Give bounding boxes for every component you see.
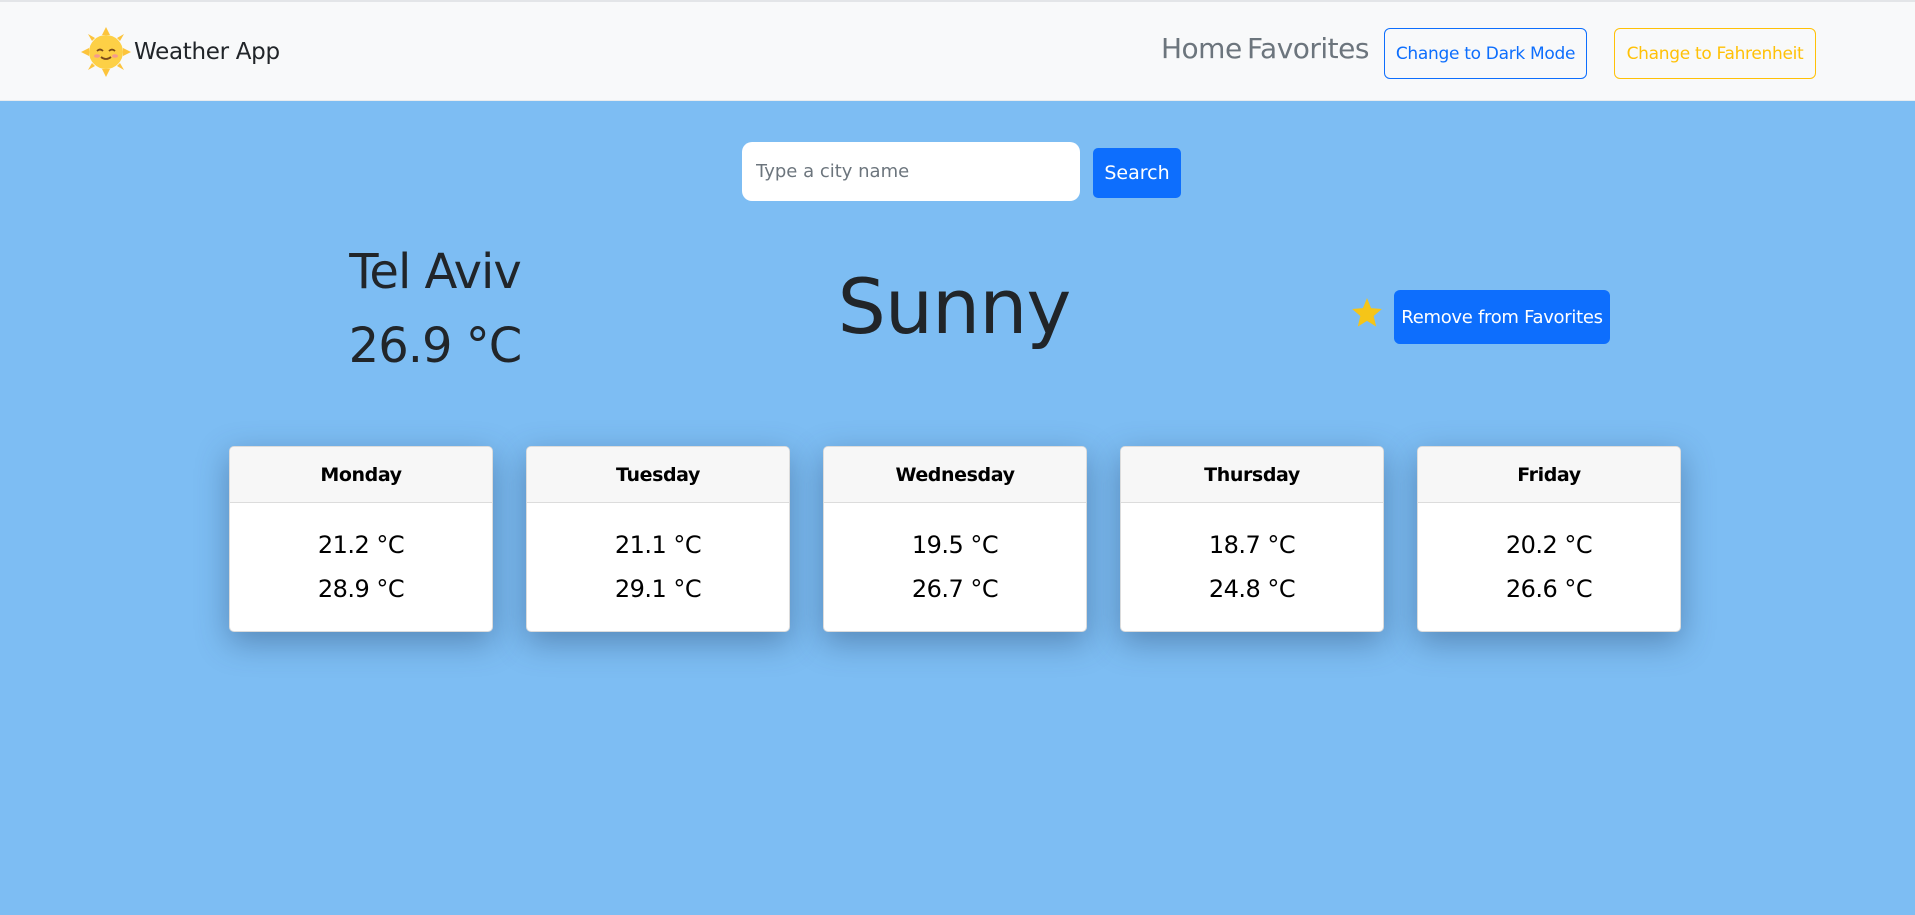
current-temperature: 26.9 °C [348,318,523,374]
forecast-card: Friday 20.2 °C 26.6 °C [1417,446,1681,632]
forecast-card: Wednesday 19.5 °C 26.7 °C [823,446,1087,632]
city-name: Tel Aviv [349,244,521,300]
forecast-min-temp: 20.2 °C [1505,531,1593,559]
brand-name: Weather App [134,39,280,65]
city-search-input[interactable] [742,142,1080,201]
search-button[interactable]: Search [1093,148,1181,198]
forecast-card: Thursday 18.7 °C 24.8 °C [1120,446,1384,632]
forecast-max-temp: 28.9 °C [317,575,405,603]
forecast-body: 19.5 °C 26.7 °C [824,503,1086,611]
fahrenheit-toggle-button[interactable]: Change to Fahrenheit [1614,28,1816,79]
forecast-max-temp: 26.6 °C [1505,575,1593,603]
forecast-max-temp: 24.8 °C [1208,575,1296,603]
forecast-day: Wednesday [824,447,1086,503]
brand[interactable]: Weather App [80,26,280,78]
forecast-body: 21.2 °C 28.9 °C [230,503,492,611]
forecast-min-temp: 19.5 °C [911,531,999,559]
nav-link-home[interactable]: Home [1161,32,1242,65]
dark-mode-toggle-button[interactable]: Change to Dark Mode [1384,28,1587,79]
top-navbar: Weather App Home Favorites Change to Dar… [0,0,1915,101]
weather-condition: Sunny [837,262,1072,351]
star-icon[interactable] [1350,296,1384,330]
forecast-card: Tuesday 21.1 °C 29.1 °C [526,446,790,632]
sun-icon [81,27,131,77]
forecast-day: Tuesday [527,447,789,503]
forecast-body: 20.2 °C 26.6 °C [1418,503,1680,611]
forecast-day: Monday [230,447,492,503]
forecast-body: 18.7 °C 24.8 °C [1121,503,1383,611]
forecast-max-temp: 26.7 °C [911,575,999,603]
forecast-card: Monday 21.2 °C 28.9 °C [229,446,493,632]
forecast-min-temp: 18.7 °C [1208,531,1296,559]
forecast-min-temp: 21.2 °C [317,531,405,559]
remove-favorite-button[interactable]: Remove from Favorites [1394,290,1610,344]
forecast-max-temp: 29.1 °C [614,575,702,603]
forecast-min-temp: 21.1 °C [614,531,702,559]
nav-link-favorites[interactable]: Favorites [1247,32,1369,65]
forecast-day: Thursday [1121,447,1383,503]
forecast-day: Friday [1418,447,1680,503]
forecast-body: 21.1 °C 29.1 °C [527,503,789,611]
